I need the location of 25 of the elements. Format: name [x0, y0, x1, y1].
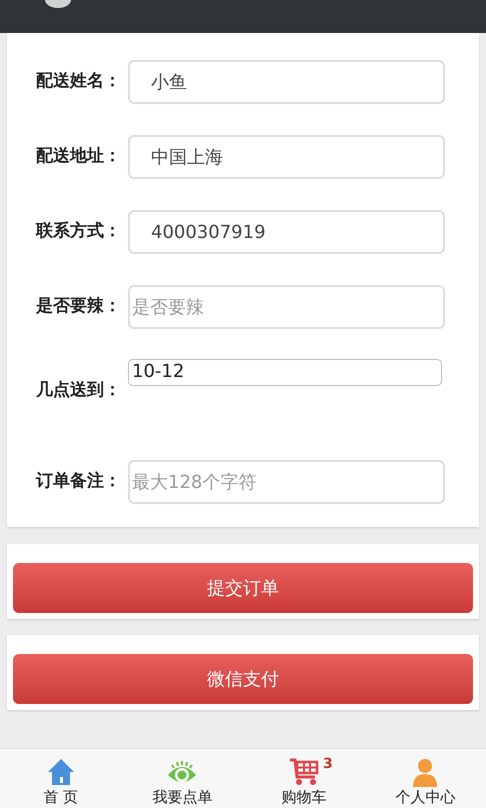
field-label: 是否要辣： [36, 295, 122, 318]
input-field[interactable]: 是否要辣 [128, 285, 445, 329]
input-field[interactable]: 小鱼 [128, 60, 445, 104]
home-icon [46, 757, 76, 787]
pay-button[interactable]: 微信支付 [13, 654, 473, 704]
field-label: 配送姓名： [36, 70, 122, 94]
input-field[interactable]: 4000307919 [128, 210, 445, 254]
submit-button[interactable]: 提交订单 [13, 563, 473, 613]
nav-item[interactable]: 个人中心 [364, 749, 486, 808]
input-field[interactable]: 最大128个字符 [128, 460, 445, 504]
time-select[interactable]: 10-12 [128, 359, 442, 386]
cart-icon [288, 757, 320, 787]
field-label: 联系方式： [36, 220, 122, 244]
nav-label: 我要点单 [152, 787, 212, 807]
nav-item[interactable]: 3 购物车 [243, 749, 364, 808]
nav-label: 首 页 [43, 787, 78, 807]
input-field[interactable]: 中国上海 [128, 135, 445, 179]
nav-label: 个人中心 [395, 787, 456, 807]
field-label: 配送地址： [36, 145, 122, 168]
nav-label: 购物车 [281, 787, 326, 807]
field-label: 订单备注： [36, 470, 122, 494]
nav-item[interactable]: 我要点单 [122, 749, 243, 808]
nav-item[interactable]: 首 页 [0, 749, 122, 808]
cart-count: 3 [323, 755, 333, 774]
field-label: 几点送到： [36, 378, 122, 402]
